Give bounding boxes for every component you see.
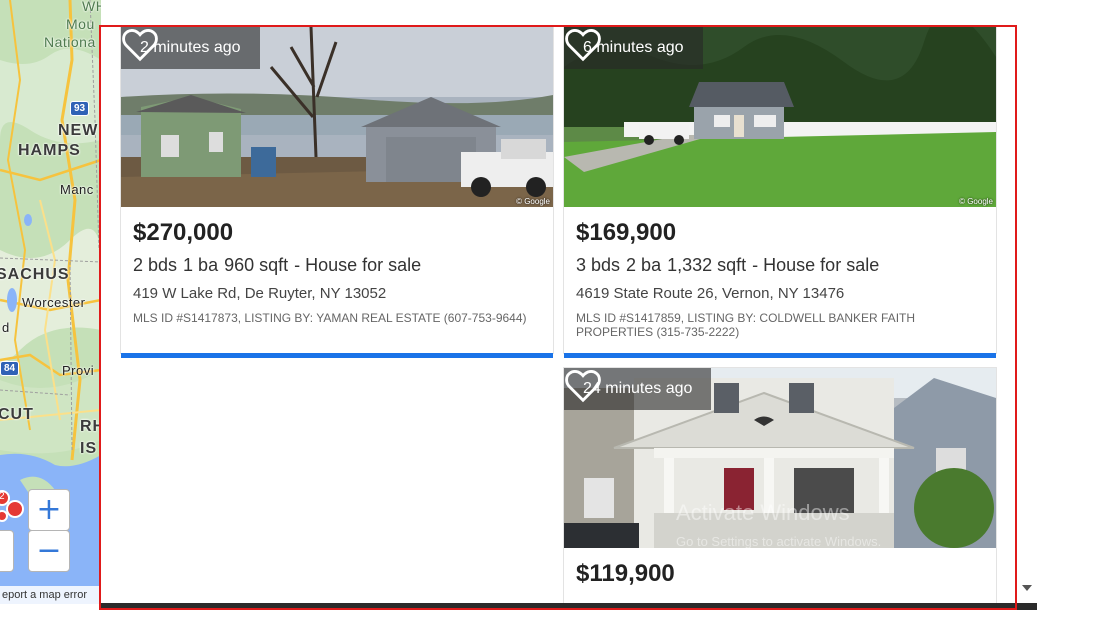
photo-credit: © Google	[516, 197, 550, 206]
map-label: HAMPS	[18, 142, 81, 159]
listing-price: $169,900	[576, 219, 677, 246]
listing-photo[interactable]: 2 minutes ago © Google	[121, 27, 553, 207]
map-type-button[interactable]	[0, 530, 14, 572]
listing-photo[interactable]: 6 minutes ago © Google	[564, 27, 996, 207]
listing-price: $119,900	[576, 560, 675, 587]
listing-address: 4619 State Route 26, Vernon, NY 13476	[576, 285, 845, 302]
listing-card[interactable]: 24 minutes ago Activate Windows Go to Se…	[563, 367, 997, 604]
baths: 2 ba	[626, 255, 662, 275]
os-watermark-title: Activate Windows	[676, 500, 850, 525]
heart-favorite-icon[interactable]	[564, 27, 602, 63]
listings-panel[interactable]: 2 minutes ago © Google $270,000 2 bds 1 b…	[101, 0, 1017, 604]
map-label: Manc	[60, 182, 94, 197]
map-label: Mou	[66, 16, 95, 32]
window-margin	[1037, 0, 1117, 636]
zoom-in-button[interactable]: +	[28, 489, 70, 531]
sqft: 960 sqft	[224, 255, 289, 275]
map-label: Worcester	[22, 295, 86, 310]
map-label: Nationa	[44, 34, 96, 50]
cluster-count: 2	[0, 491, 6, 502]
listing-photo[interactable]: 24 minutes ago Activate Windows Go to Se…	[564, 368, 996, 548]
report-map-error-link[interactable]: eport a map error	[0, 586, 101, 604]
interstate-shield: 93	[70, 101, 90, 116]
minus-icon: −	[36, 533, 62, 568]
scroll-down-arrow-icon[interactable]	[1022, 585, 1032, 591]
beds: 3 bds	[576, 255, 621, 275]
window-margin-bottom	[0, 610, 1117, 636]
map-label: WH	[82, 0, 101, 14]
zoom-out-button[interactable]: −	[28, 530, 70, 572]
listing-price: $270,000	[133, 219, 234, 246]
map-view[interactable]: WH Mou Nationa 93 NEW HAMPS Manc SACHUS …	[0, 0, 101, 604]
listing-address: 419 W Lake Rd, De Ruyter, NY 13052	[133, 285, 387, 302]
map-label: IS	[80, 440, 98, 457]
baths: 1 ba	[183, 255, 219, 275]
interstate-shield: 84	[0, 361, 20, 376]
listing-mls: MLS ID #S1417859, LISTING BY: COLDWELL B…	[576, 311, 916, 339]
heart-favorite-icon[interactable]	[564, 368, 602, 404]
photo-credit: © Google	[959, 197, 993, 206]
listing-marker[interactable]	[6, 500, 24, 518]
beds: 2 bds	[133, 255, 178, 275]
sqft: 1,332 sqft	[667, 255, 747, 275]
os-watermark-subtitle: Go to Settings to activate Windows.	[676, 534, 882, 548]
map-label: RH	[80, 418, 101, 435]
listing-facts: 2 bds 1 ba 960 sqft - House for sale	[133, 255, 541, 279]
scrollbar-track[interactable]	[1017, 0, 1037, 604]
card-accent-bar	[564, 353, 996, 358]
card-accent-bar	[121, 353, 553, 358]
listing-type: - House for sale	[294, 255, 422, 275]
map-label: d	[2, 320, 10, 335]
listing-facts: 3 bds 2 ba 1,332 sqft - House for sale	[576, 255, 984, 279]
horizontal-scrollbar[interactable]	[101, 603, 1037, 610]
listing-mls: MLS ID #S1417873, LISTING BY: YAMAN REAL…	[133, 311, 527, 325]
page-root: WH Mou Nationa 93 NEW HAMPS Manc SACHUS …	[0, 0, 1117, 636]
plus-icon: +	[36, 492, 62, 527]
listing-card[interactable]: 6 minutes ago © Google $169,900 3 bds 2 b…	[563, 26, 997, 358]
map-label: CUT	[0, 406, 34, 423]
map-label: SACHUS	[0, 266, 70, 283]
listing-card[interactable]: 2 minutes ago © Google $270,000 2 bds 1 b…	[120, 26, 554, 358]
map-label: Provi	[62, 363, 95, 378]
map-label: NEW	[58, 122, 99, 139]
heart-favorite-icon[interactable]	[121, 27, 159, 63]
listing-type: - House for sale	[752, 255, 880, 275]
